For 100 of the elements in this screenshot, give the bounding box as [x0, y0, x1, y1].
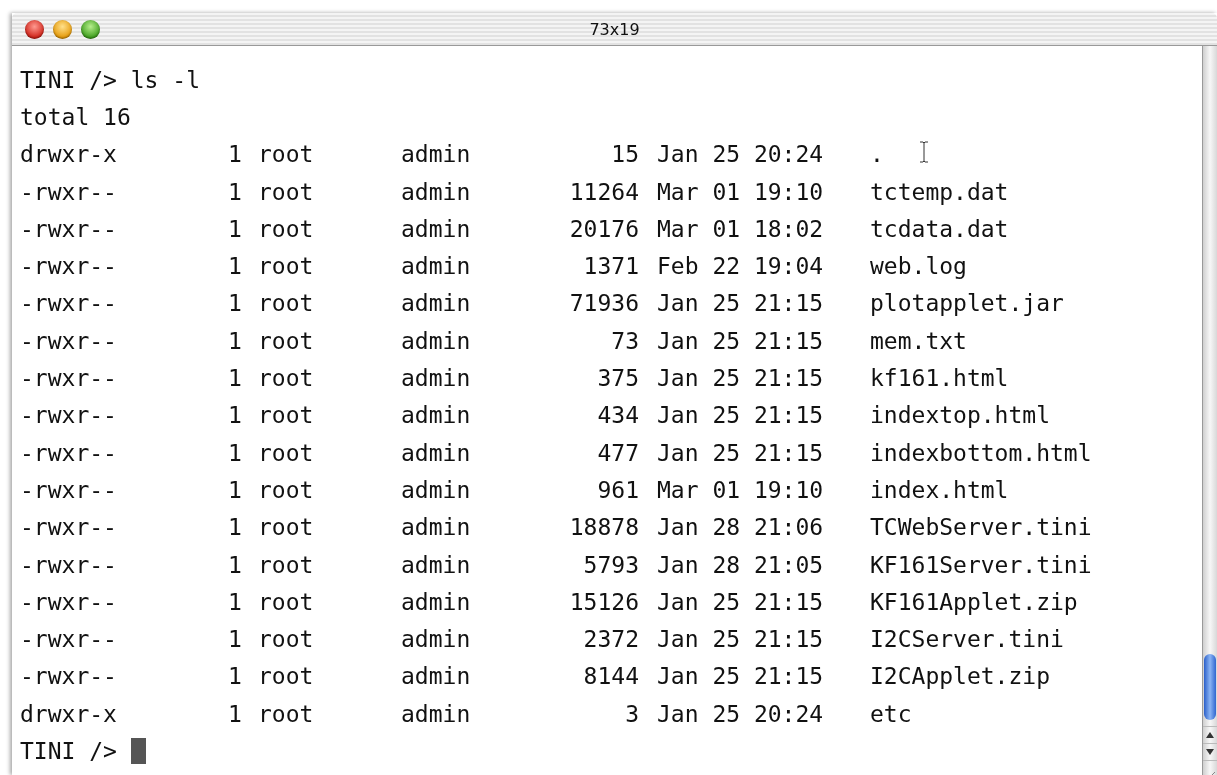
- file-name-text: tctemp.dat: [870, 178, 1009, 205]
- prompt-text: TINI />: [20, 738, 117, 764]
- text-cursor-icon: [919, 141, 929, 163]
- link-count-text: 1: [228, 476, 242, 503]
- minimize-button[interactable]: [53, 19, 72, 39]
- file-name-text: kf161.html: [870, 365, 1009, 391]
- date-text: Mar 01 19:10: [657, 476, 824, 503]
- group-text: admin: [401, 327, 471, 354]
- date-text: Jan 25 21:15: [657, 588, 824, 615]
- link-count-text: 1: [228, 253, 242, 280]
- owner-text: root: [258, 700, 314, 727]
- zoom-button[interactable]: [81, 19, 100, 39]
- scroll-thumb[interactable]: [1204, 654, 1216, 720]
- owner-text: root: [258, 551, 314, 578]
- file-name-text: I2CServer.tini: [870, 626, 1064, 653]
- group-text: admin: [401, 514, 471, 541]
- permissions-text: -rwxr--: [20, 402, 117, 429]
- owner-text: root: [258, 365, 314, 391]
- file-name-text: plotapplet.jar: [870, 290, 1064, 317]
- file-name-text: TCWebServer.tini: [870, 514, 1092, 541]
- date-text: Jan 25 21:15: [657, 290, 824, 317]
- file-name-text: index.html: [870, 476, 1009, 503]
- file-size-text: 20176: [569, 215, 639, 242]
- link-count-text: 1: [228, 514, 242, 541]
- date-text: Feb 22 19:04: [657, 253, 824, 280]
- group-text: admin: [401, 626, 471, 653]
- link-count-text: 1: [228, 178, 242, 205]
- file-size-text: 15: [611, 141, 639, 168]
- owner-text: root: [258, 178, 314, 205]
- file-size-text: 15126: [569, 588, 639, 615]
- text-cursor: [130, 738, 146, 764]
- permissions-text: -rwxr--: [20, 439, 117, 466]
- owner-text: root: [258, 327, 314, 354]
- group-text: admin: [401, 178, 471, 205]
- permissions-text: -rwxr--: [20, 514, 117, 541]
- permissions-text: -rwxr--: [20, 663, 117, 690]
- permissions-text: -rwxr--: [20, 588, 117, 615]
- file-size-text: 434: [597, 402, 639, 429]
- link-count-text: 1: [228, 551, 242, 578]
- file-size-text: 8144: [583, 663, 639, 690]
- permissions-text: -rwxr--: [20, 253, 117, 280]
- date-text: Jan 28 21:06: [657, 514, 824, 541]
- owner-text: root: [258, 290, 314, 317]
- group-text: admin: [401, 141, 471, 168]
- owner-text: root: [258, 588, 314, 615]
- file-name-text: indextop.html: [870, 402, 1050, 429]
- group-text: admin: [401, 290, 471, 317]
- group-text: admin: [401, 365, 471, 391]
- link-count-text: 1: [228, 141, 242, 168]
- total-text: total 16: [20, 103, 131, 130]
- group-text: admin: [401, 476, 471, 503]
- file-name-text: etc: [870, 700, 912, 727]
- file-name-text: KF161Applet.zip: [870, 588, 1078, 615]
- link-count-text: 1: [228, 365, 242, 391]
- group-text: admin: [401, 551, 471, 578]
- date-text: Jan 25 21:15: [657, 327, 824, 354]
- link-count-text: 1: [228, 700, 242, 727]
- link-count-text: 1: [228, 327, 242, 354]
- owner-text: root: [258, 253, 314, 280]
- owner-text: root: [258, 215, 314, 242]
- vertical-scrollbar[interactable]: [1202, 46, 1217, 775]
- owner-text: root: [258, 663, 314, 690]
- scroll-up-icon[interactable]: [1206, 732, 1214, 738]
- file-name-text: tcdata.dat: [870, 215, 1009, 242]
- file-size-text: 961: [597, 476, 639, 503]
- group-text: admin: [401, 402, 471, 429]
- link-count-text: 1: [228, 588, 242, 615]
- file-name-text: indexbottom.html: [870, 439, 1092, 466]
- file-name-text: .: [870, 141, 884, 168]
- file-size-text: 375: [597, 365, 639, 391]
- close-button[interactable]: [25, 19, 44, 39]
- permissions-text: -rwxr--: [20, 626, 117, 653]
- permissions-text: -rwxr--: [20, 215, 117, 242]
- date-text: Jan 25 21:15: [657, 439, 824, 466]
- group-text: admin: [401, 663, 471, 690]
- permissions-text: -rwxr--: [20, 327, 117, 354]
- owner-text: root: [258, 141, 314, 168]
- date-text: Jan 25 20:24: [657, 700, 824, 727]
- group-text: admin: [401, 215, 471, 242]
- file-size-text: 2372: [583, 626, 639, 653]
- permissions-text: -rwxr--: [20, 290, 117, 317]
- permissions-text: -rwxr--: [20, 476, 117, 503]
- permissions-text: -rwxr--: [20, 551, 117, 578]
- link-count-text: 1: [228, 663, 242, 690]
- file-size-text: 5793: [583, 551, 639, 578]
- window-title: 73x19: [589, 19, 640, 39]
- date-text: Mar 01 18:02: [657, 215, 824, 242]
- group-text: admin: [401, 588, 471, 615]
- link-count-text: 1: [228, 439, 242, 466]
- command-line-text: TINI /> ls -l: [20, 66, 200, 93]
- link-count-text: 1: [228, 215, 242, 242]
- file-size-text: 477: [597, 439, 639, 466]
- date-text: Jan 25 21:15: [657, 626, 824, 653]
- permissions-text: -rwxr--: [20, 365, 117, 391]
- scroll-down-icon[interactable]: [1206, 749, 1214, 755]
- owner-text: root: [258, 439, 314, 466]
- owner-text: root: [258, 514, 314, 541]
- file-size-text: 11264: [569, 178, 639, 205]
- file-size-text: 3: [625, 700, 639, 727]
- permissions-text: drwxr-x: [20, 141, 117, 168]
